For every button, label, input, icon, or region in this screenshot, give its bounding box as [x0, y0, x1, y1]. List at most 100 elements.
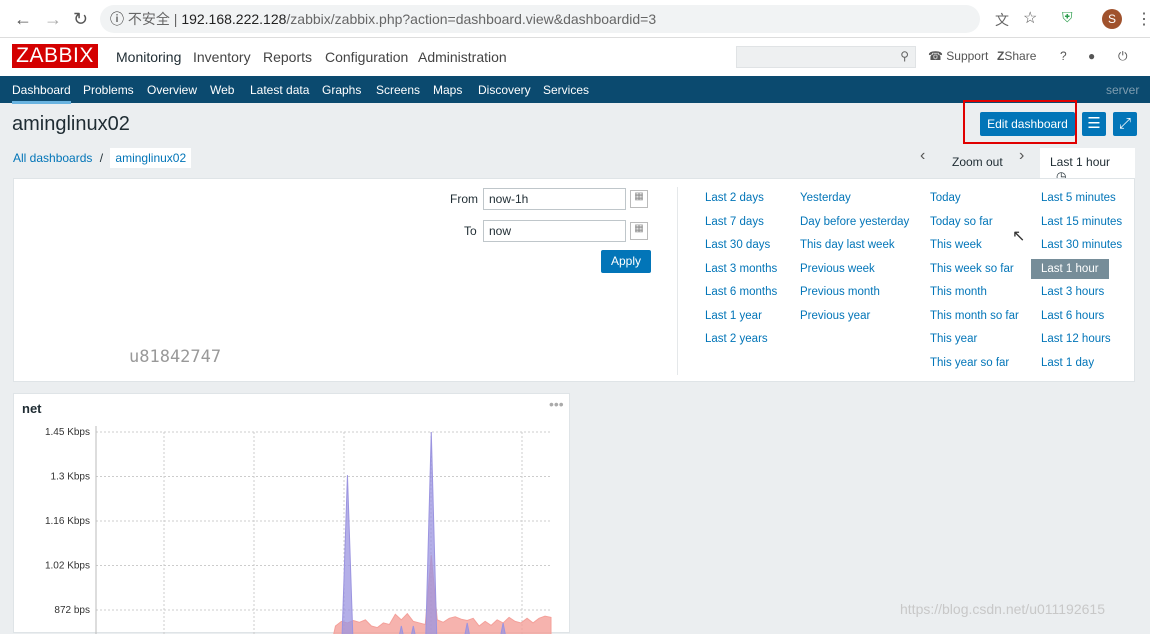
quick-range-this-day-last-week[interactable]: This day last week: [800, 239, 895, 251]
quick-range-last-6-hours[interactable]: Last 6 hours: [1041, 310, 1104, 322]
y-tick-label: 1.16 Kbps: [45, 516, 90, 527]
breadcrumb-all-dashboards[interactable]: All dashboards: [13, 151, 92, 165]
menu-configuration[interactable]: Configuration: [325, 49, 408, 65]
quick-range-last-5-minutes[interactable]: Last 5 minutes: [1041, 192, 1116, 204]
cursor-icon: ↖: [1012, 228, 1026, 245]
quick-range-this-week-so-far[interactable]: This week so far: [930, 263, 1014, 275]
quick-range-this-month-so-far[interactable]: This month so far: [930, 310, 1019, 322]
fullscreen-icon[interactable]: ⤢: [1113, 112, 1137, 136]
reload-icon[interactable]: ↻: [73, 9, 88, 30]
help-icon[interactable]: ?: [1060, 49, 1067, 63]
menu-inventory[interactable]: Inventory: [193, 49, 251, 65]
search-icon[interactable]: ⚲: [900, 49, 909, 63]
quick-range-previous-year[interactable]: Previous year: [800, 310, 870, 322]
search-input[interactable]: ⚲: [736, 46, 916, 68]
breadcrumb-current[interactable]: aminglinux02: [110, 148, 192, 168]
y-tick-label: 872 bps: [54, 605, 90, 616]
y-tick-label: 1.45 Kbps: [45, 427, 90, 438]
forward-icon[interactable]: →: [44, 9, 62, 30]
time-filter-panel: From now-1h ▦ To now ▦ Apply u81842747 L…: [13, 178, 1135, 382]
shield-icon[interactable]: ⛨: [1062, 9, 1073, 26]
quick-range-this-year-so-far[interactable]: This year so far: [930, 357, 1009, 369]
menu-icon[interactable]: ☰: [1082, 112, 1106, 136]
menu-administration[interactable]: Administration: [418, 49, 507, 65]
zoom-out-button[interactable]: Zoom out: [952, 155, 1003, 169]
subnav-overview[interactable]: Overview: [147, 83, 197, 97]
quick-range-last-3-months[interactable]: Last 3 months: [705, 263, 777, 275]
avatar[interactable]: S: [1102, 9, 1122, 29]
divider: [677, 187, 678, 375]
star-icon[interactable]: ☆: [1023, 8, 1037, 28]
quick-range-last-6-months[interactable]: Last 6 months: [705, 286, 777, 298]
quick-range-last-7-days[interactable]: Last 7 days: [705, 216, 764, 228]
page-title: aminglinux02: [12, 113, 130, 135]
prev-period-icon[interactable]: ‹: [920, 147, 925, 165]
from-label: From: [450, 192, 478, 206]
time-tab-active[interactable]: Last 1 hour ◷: [1040, 148, 1135, 183]
server-name: server: [1106, 83, 1140, 97]
more-icon[interactable]: ⋮: [1136, 9, 1150, 29]
subnav-services[interactable]: Services: [543, 83, 589, 97]
quick-range-yesterday[interactable]: Yesterday: [800, 192, 851, 204]
user-watermark: u81842747: [129, 347, 222, 367]
sub-navigation: Dashboard Problems Overview Web Latest d…: [0, 76, 1150, 104]
subnav-web[interactable]: Web: [210, 83, 234, 97]
url-path: /zabbix/zabbix.php?action=dashboard.view…: [286, 11, 657, 27]
graph-widget: net ••• 1.45 Kbps 1.3 Kbps 1.16 Kbps 1.02 K…: [13, 393, 570, 634]
quick-range-this-month[interactable]: This month: [930, 286, 987, 298]
calendar-icon[interactable]: ▦: [630, 190, 648, 208]
blog-watermark: https://blog.csdn.net/u011192615: [900, 601, 1105, 617]
next-period-icon[interactable]: ›: [1019, 147, 1024, 165]
back-icon[interactable]: ←: [14, 9, 32, 30]
to-label: To: [464, 224, 477, 238]
quick-range-previous-month[interactable]: Previous month: [800, 286, 880, 298]
time-tab-label: Last 1 hour: [1050, 155, 1111, 169]
quick-range-last-3-hours[interactable]: Last 3 hours: [1041, 286, 1104, 298]
menu-monitoring[interactable]: Monitoring: [116, 49, 181, 65]
support-link[interactable]: ☎ Support: [928, 49, 988, 63]
series-area: [333, 555, 552, 634]
browser-toolbar: ← → ↻ ⓘ 不安全 | 192.168.222.128/zabbix/zab…: [0, 0, 1150, 38]
apply-button[interactable]: Apply: [601, 250, 651, 273]
menu-reports[interactable]: Reports: [263, 49, 312, 65]
quick-range-this-week[interactable]: This week: [930, 239, 982, 251]
share-link[interactable]: ZShare: [997, 49, 1036, 63]
user-icon[interactable]: ●: [1088, 49, 1095, 63]
quick-range-last-12-hours[interactable]: Last 12 hours: [1041, 333, 1111, 345]
insecure-label: 不安全: [127, 11, 170, 27]
subnav-problems[interactable]: Problems: [83, 83, 134, 97]
quick-range-today-so-far[interactable]: Today so far: [930, 216, 993, 228]
support-label: Support: [946, 49, 989, 63]
quick-range-this-year[interactable]: This year: [930, 333, 977, 345]
quick-range-today[interactable]: Today: [930, 192, 961, 204]
translate-icon[interactable]: 文: [995, 10, 1009, 30]
highlight-box: [963, 100, 1077, 144]
quick-range-day-before-yesterday[interactable]: Day before yesterday: [800, 216, 909, 228]
subnav-latest-data[interactable]: Latest data: [250, 83, 309, 97]
y-tick-label: 1.3 Kbps: [51, 472, 90, 483]
subnav-maps[interactable]: Maps: [433, 83, 462, 97]
logout-icon[interactable]: ⏻: [1118, 49, 1128, 64]
quick-range-last-2-years[interactable]: Last 2 years: [705, 333, 768, 345]
breadcrumb: All dashboards / aminglinux02: [13, 148, 192, 168]
quick-range-last-1-year[interactable]: Last 1 year: [705, 310, 762, 322]
quick-range-last-15-minutes[interactable]: Last 15 minutes: [1041, 216, 1122, 228]
share-label: Share: [1004, 49, 1037, 63]
calendar-icon[interactable]: ▦: [630, 222, 648, 240]
from-input[interactable]: now-1h: [483, 188, 626, 210]
subnav-graphs[interactable]: Graphs: [322, 83, 361, 97]
quick-range-previous-week[interactable]: Previous week: [800, 263, 875, 275]
quick-range-last-30-days[interactable]: Last 30 days: [705, 239, 770, 251]
zabbix-logo[interactable]: ZABBIX: [12, 44, 98, 68]
to-input[interactable]: now: [483, 220, 626, 242]
subnav-screens[interactable]: Screens: [376, 83, 420, 97]
address-bar[interactable]: ⓘ 不安全 | 192.168.222.128/zabbix/zabbix.ph…: [100, 5, 980, 33]
subnav-discovery[interactable]: Discovery: [478, 83, 531, 97]
breadcrumb-separator: /: [99, 151, 104, 165]
quick-range-last-2-days[interactable]: Last 2 days: [705, 192, 764, 204]
quick-range-last-30-minutes[interactable]: Last 30 minutes: [1041, 239, 1122, 251]
quick-range-last-1-day[interactable]: Last 1 day: [1041, 357, 1094, 369]
url-host: 192.168.222.128: [181, 11, 287, 27]
subnav-dashboard[interactable]: Dashboard: [12, 83, 71, 104]
quick-range-last-1-hour[interactable]: Last 1 hour: [1031, 258, 1109, 279]
